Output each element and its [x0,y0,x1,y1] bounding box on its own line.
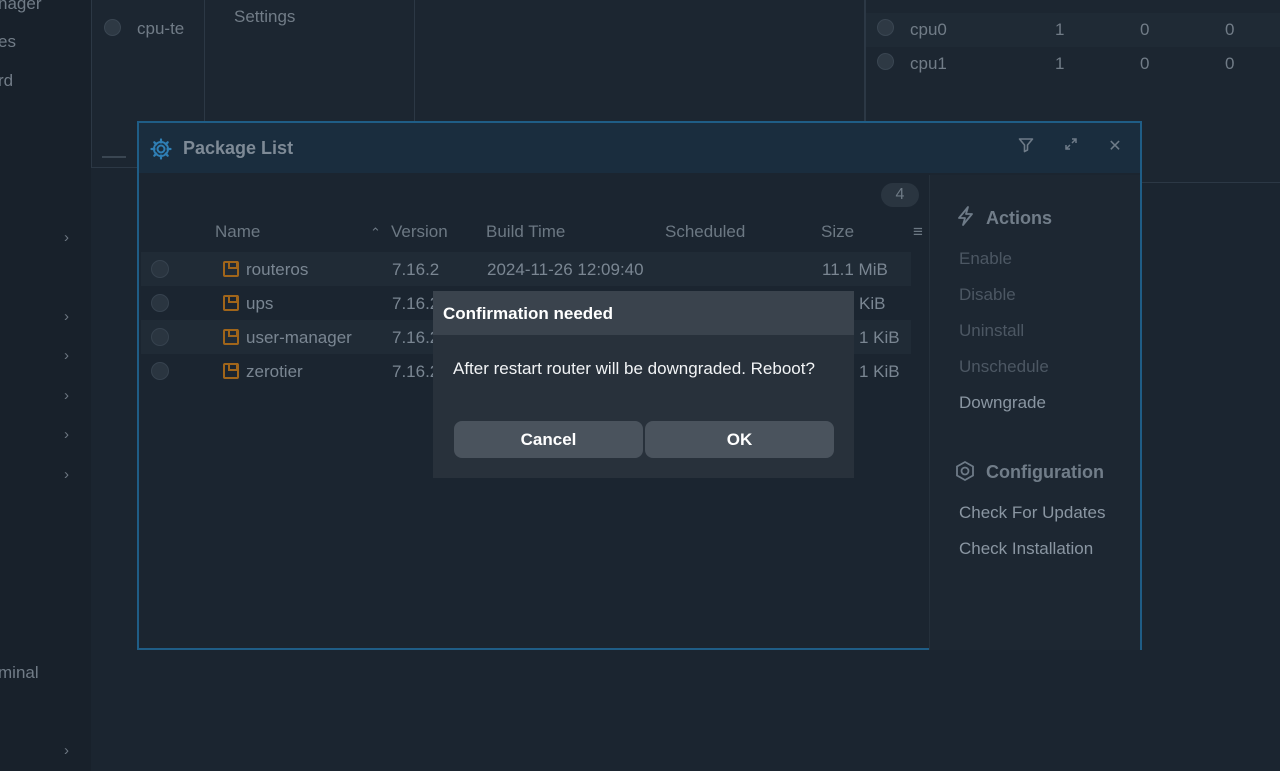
row-label: cpu-te [137,19,185,38]
sidebar-item-label[interactable]: nager [0,0,41,14]
column-menu-icon[interactable]: ≡ [913,222,923,242]
close-icon[interactable]: ✕ [1105,137,1125,157]
package-size: 1 KiB [859,328,900,347]
row-checkbox[interactable] [151,260,169,278]
window-title: Package List [183,138,294,158]
package-name: user-manager [246,328,352,347]
cpu-value: 0 [1225,20,1235,39]
row-checkbox[interactable] [877,53,894,70]
chevron-right-icon[interactable]: › [64,387,69,404]
lightning-icon [958,206,973,226]
maximize-icon[interactable] [1061,137,1081,157]
chevron-right-icon[interactable]: › [64,426,69,443]
row-checkbox[interactable] [151,294,169,312]
settings-tab[interactable]: Settings [234,7,295,27]
uninstall-action[interactable]: Uninstall [959,321,1024,341]
downgrade-action[interactable]: Downgrade [959,393,1046,413]
chevron-right-icon[interactable]: › [64,229,69,246]
divider [102,156,126,158]
sidebar-item-label[interactable]: minal [0,663,39,683]
row-checkbox[interactable] [104,19,121,36]
configuration-heading: Configuration [986,462,1104,482]
item-count-badge: 4 [881,183,919,207]
package-version: 7.16.2 [392,260,440,279]
cpu-value: 1 [1055,54,1065,73]
cancel-button[interactable]: Cancel [454,421,643,458]
row-checkbox[interactable] [877,19,894,36]
sidebar: nager es rd › › › › › › minal › [0,0,91,771]
background-window-middle [414,0,865,122]
package-size: 11.1 MiB [822,260,888,279]
package-icon [223,295,239,311]
confirmation-dialog: Confirmation needed After restart router… [433,291,854,478]
disable-action[interactable]: Disable [959,285,1016,305]
column-header-name[interactable]: Name [215,222,260,242]
ok-button[interactable]: OK [645,421,834,458]
package-icon [223,261,239,277]
row-checkbox[interactable] [151,362,169,380]
chevron-right-icon[interactable]: › [64,347,69,364]
row-checkbox[interactable] [151,328,169,346]
configuration-icon [956,460,974,482]
column-header-size[interactable]: Size [821,222,854,242]
check-for-updates-action[interactable]: Check For Updates [959,503,1105,523]
chevron-right-icon[interactable]: › [64,466,69,483]
sidebar-item-label[interactable]: rd [0,71,13,91]
cpu-name: cpu0 [910,20,947,39]
chevron-right-icon[interactable]: › [64,742,69,759]
chevron-right-icon[interactable]: › [64,308,69,325]
enable-action[interactable]: Enable [959,249,1012,269]
cpu-value: 1 [1055,20,1065,39]
package-build-time: 2024-11-26 12:09:40 [487,260,644,279]
package-icon [223,329,239,345]
package-name: routeros [246,260,309,279]
dialog-message: After restart router will be downgraded.… [453,359,815,378]
cpu-value: 0 [1140,54,1150,73]
actions-panel: Actions Enable Disable Uninstall Unsched… [929,175,1140,650]
check-installation-action[interactable]: Check Installation [959,539,1093,559]
column-header-build-time[interactable]: Build Time [486,222,565,242]
package-size: 1 KiB [859,362,900,381]
actions-heading: Actions [986,208,1053,228]
filter-icon[interactable] [1016,137,1036,157]
sidebar-item-label[interactable]: es [0,32,16,52]
column-header-version[interactable]: Version [391,222,448,242]
cpu-value: 0 [1225,54,1235,73]
cpu-value: 0 [1140,20,1150,39]
unschedule-action[interactable]: Unschedule [959,357,1049,377]
dialog-header: Confirmation needed [433,291,854,335]
package-name: ups [246,294,274,313]
column-header-scheduled[interactable]: Scheduled [665,222,745,242]
sort-ascending-icon[interactable]: ⌃ [370,225,381,241]
package-name: zerotier [246,362,303,381]
package-size: KiB [859,294,886,313]
gear-icon [150,138,172,160]
package-icon [223,363,239,379]
dialog-title: Confirmation needed [443,304,614,323]
cpu-name: cpu1 [910,54,947,73]
window-titlebar[interactable]: Package List ✕ [139,123,1140,173]
table-row[interactable]: routeros 7.16.2 2024-11-26 12:09:40 11.1… [141,252,911,286]
